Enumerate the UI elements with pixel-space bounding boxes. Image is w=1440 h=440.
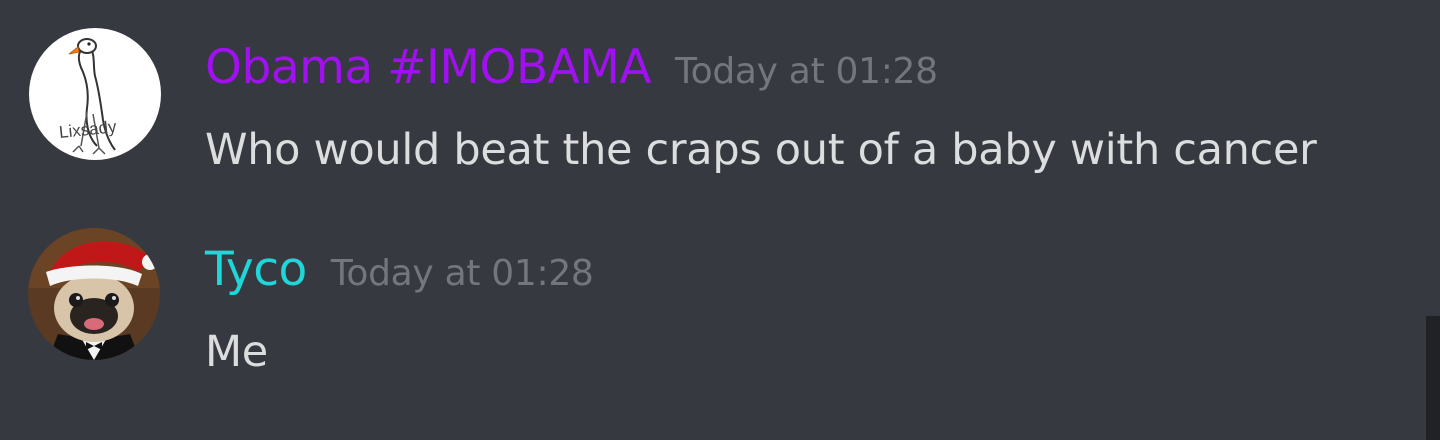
- pug-santa-hat-avatar-icon: [28, 228, 160, 360]
- scrollbar-thumb[interactable]: [1426, 316, 1440, 440]
- username[interactable]: Obama #IMOBAMA: [205, 38, 652, 98]
- message-content: Me: [205, 327, 268, 377]
- chat-messages: Lixsady Obama #IMOBAMA Today at 01:28 Wh…: [0, 0, 1440, 440]
- message-header: Obama #IMOBAMA Today at 01:28: [205, 38, 938, 98]
- timestamp: Today at 01:28: [675, 51, 938, 92]
- message-header: Tyco Today at 01:28: [205, 240, 594, 300]
- goose-drawing-avatar-icon: [29, 28, 161, 160]
- avatar[interactable]: Lixsady: [29, 28, 161, 160]
- message-content: Who would beat the craps out of a baby w…: [205, 125, 1317, 175]
- username[interactable]: Tyco: [205, 240, 307, 300]
- avatar[interactable]: [28, 228, 160, 360]
- timestamp: Today at 01:28: [330, 253, 594, 294]
